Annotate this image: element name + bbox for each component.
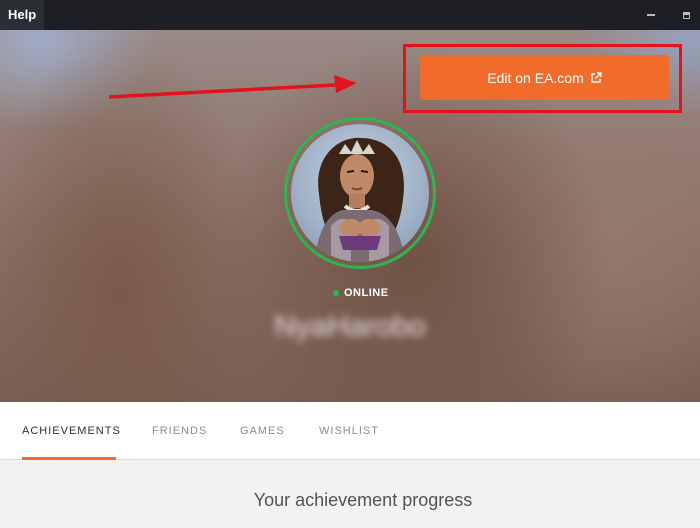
online-status-label: ONLINE	[344, 287, 389, 299]
edit-on-ea-button[interactable]: Edit on EA.com	[420, 55, 669, 100]
tab-games[interactable]: GAMES	[240, 402, 285, 460]
avatar[interactable]	[291, 124, 429, 262]
profile-username: NyaHarobo	[274, 310, 426, 343]
avatar-character-image	[315, 137, 405, 262]
profile-header: Edit on EA.com ONLINE NyaHarobo	[0, 30, 700, 402]
profile-tabs: ACHIEVEMENTS FRIENDS GAMES WISHLIST	[0, 402, 700, 460]
online-dot-icon	[333, 290, 339, 296]
tab-achievements[interactable]: ACHIEVEMENTS	[22, 402, 121, 460]
minimize-button[interactable]	[639, 0, 663, 30]
external-link-icon	[591, 71, 602, 83]
minimize-icon	[647, 14, 655, 16]
edit-button-label: Edit on EA.com	[487, 69, 584, 86]
maximize-button[interactable]	[674, 0, 698, 30]
online-status: ONLINE	[333, 286, 389, 300]
maximize-icon	[682, 11, 690, 19]
tab-wishlist[interactable]: WISHLIST	[319, 402, 379, 460]
avatar-online-ring	[284, 117, 436, 269]
active-tab-indicator	[22, 457, 116, 460]
title-bar: Help	[0, 0, 700, 30]
tab-friends[interactable]: FRIENDS	[152, 402, 207, 460]
help-menu[interactable]: Help	[0, 0, 45, 30]
achievement-progress-heading: Your achievement progress	[253, 490, 473, 510]
